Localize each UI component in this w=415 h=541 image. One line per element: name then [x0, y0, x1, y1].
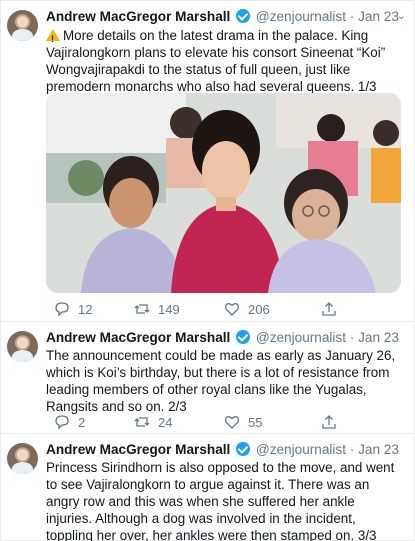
retweet-icon: [134, 417, 150, 427]
like-button[interactable]: 55: [224, 414, 262, 430]
tweet-2[interactable]: Andrew MacGregor Marshall @zenjournalist…: [1, 322, 414, 434]
reply-icon: [55, 415, 69, 430]
tweet-3[interactable]: Andrew MacGregor Marshall @zenjournalist…: [1, 434, 414, 541]
author-handle[interactable]: @zenjournalist: [256, 442, 346, 457]
reply-icon: [55, 302, 69, 317]
author-handle[interactable]: @zenjournalist: [256, 9, 346, 24]
reply-count: 2: [78, 414, 86, 430]
tweet-date[interactable]: Jan 23: [358, 330, 399, 345]
author-name[interactable]: Andrew MacGregor Marshall: [46, 442, 230, 457]
tweet-header: Andrew MacGregor Marshall @zenjournalist…: [46, 9, 406, 27]
tweet-body: The announcement could be made as early …: [46, 348, 396, 414]
tweet-1[interactable]: Andrew MacGregor Marshall @zenjournalist…: [1, 1, 414, 322]
warning-icon: !: [46, 29, 60, 44]
heart-icon: [224, 303, 240, 316]
like-button[interactable]: 206: [224, 301, 270, 317]
tweet-actions: 12 149 206: [46, 301, 404, 319]
tweet-body: Princess Sirindhorn is also opposed to t…: [46, 460, 395, 541]
share-button[interactable]: [321, 301, 337, 317]
tweet-date[interactable]: Jan 23: [358, 442, 399, 457]
separator: ·: [349, 330, 355, 345]
retweet-count: 24: [158, 414, 173, 430]
tweet-thread: Andrew MacGregor Marshall @zenjournalist…: [0, 0, 415, 541]
tweet-text: ! More details on the latest drama in the…: [46, 27, 404, 95]
retweet-button[interactable]: 149: [134, 301, 180, 317]
avatar[interactable]: [7, 331, 38, 362]
avatar[interactable]: [7, 443, 38, 474]
tweet-body: More details on the latest drama in the …: [46, 28, 386, 94]
tweet-header: Andrew MacGregor Marshall @zenjournalist…: [46, 330, 406, 348]
like-count: 206: [248, 301, 270, 317]
share-button[interactable]: [321, 414, 337, 430]
reply-button[interactable]: 2: [54, 414, 85, 430]
like-count: 55: [248, 414, 263, 430]
tweet-actions: 2 24 55: [46, 414, 404, 432]
verified-badge-icon: [236, 442, 251, 456]
retweet-count: 149: [158, 301, 180, 317]
author-name[interactable]: Andrew MacGregor Marshall: [46, 9, 230, 24]
tweet-header: Andrew MacGregor Marshall @zenjournalist…: [46, 442, 406, 460]
reply-count: 12: [78, 301, 93, 317]
author-handle[interactable]: @zenjournalist: [256, 330, 346, 345]
separator: ·: [349, 442, 355, 457]
share-icon: [322, 302, 336, 316]
photo-image: [46, 93, 401, 293]
reply-button[interactable]: 12: [54, 301, 92, 317]
verified-badge-icon: [236, 330, 251, 344]
author-name[interactable]: Andrew MacGregor Marshall: [46, 330, 230, 345]
verified-badge-icon: [236, 9, 251, 23]
retweet-icon: [134, 304, 150, 314]
tweet-photo[interactable]: [46, 93, 401, 293]
avatar[interactable]: [7, 10, 38, 41]
share-icon: [322, 415, 336, 429]
retweet-button[interactable]: 24: [134, 414, 172, 430]
heart-icon: [224, 416, 240, 429]
chevron-down-icon[interactable]: ⌄: [397, 9, 406, 22]
tweet-date[interactable]: Jan 23: [358, 9, 399, 24]
separator: ·: [349, 9, 355, 24]
